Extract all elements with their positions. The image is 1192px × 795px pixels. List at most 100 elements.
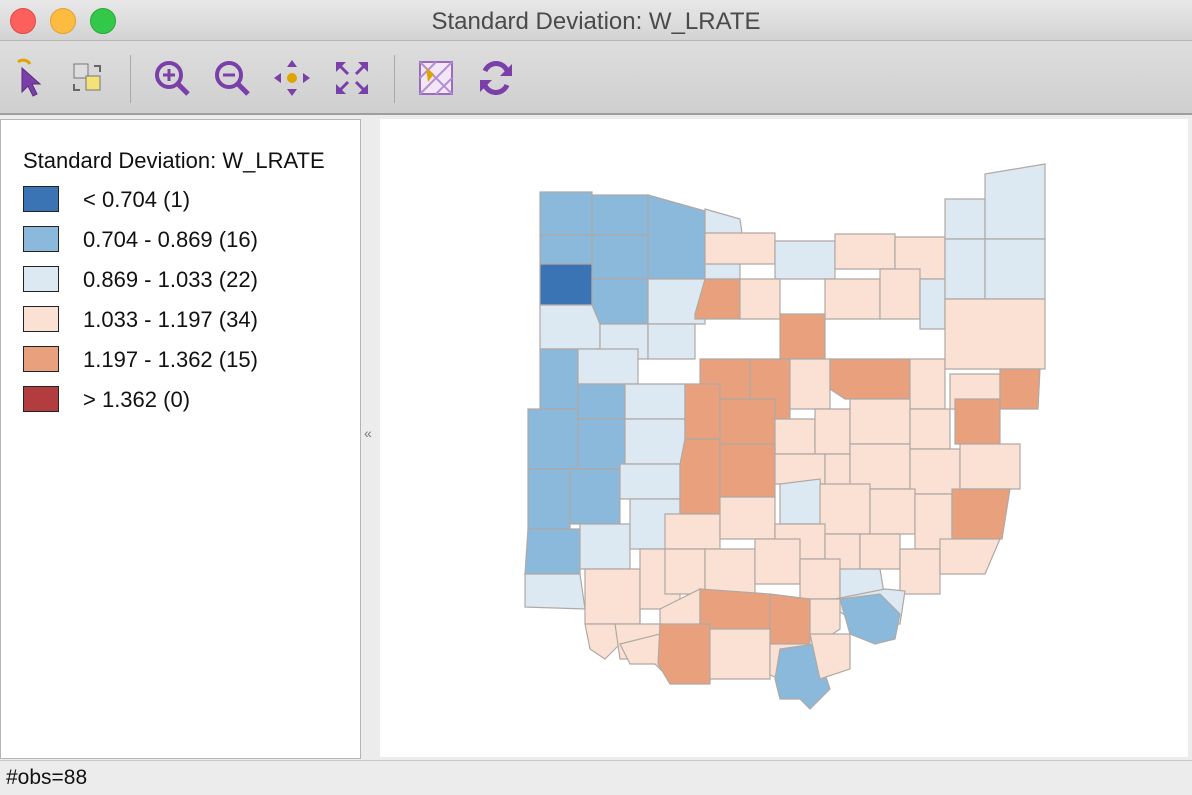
county-polygon[interactable]: [779, 313, 826, 360]
legend-swatch: [23, 386, 59, 412]
legend-label: 1.197 - 1.362 (15): [83, 347, 258, 372]
county-polygon[interactable]: [819, 483, 871, 535]
county-polygon[interactable]: [999, 368, 1041, 410]
county-polygon[interactable]: [704, 548, 756, 595]
county-polygon[interactable]: [527, 408, 579, 470]
refresh-icon: [480, 61, 512, 95]
county-polygon[interactable]: [539, 191, 593, 236]
county-polygon[interactable]: [664, 548, 706, 595]
selection-options-button[interactable]: [66, 56, 110, 100]
legend-item[interactable]: 1.197 - 1.362 (15): [23, 344, 343, 376]
county-polygon[interactable]: [909, 408, 951, 450]
county-polygon[interactable]: [647, 323, 696, 360]
county-polygon[interactable]: [524, 573, 586, 610]
county-polygon[interactable]: [939, 538, 1001, 575]
county-polygon[interactable]: [719, 398, 776, 445]
county-polygon[interactable]: [984, 238, 1046, 300]
county-polygon[interactable]: [624, 418, 686, 465]
window-title: Standard Deviation: W_LRATE: [431, 8, 761, 35]
county-polygon[interactable]: [951, 488, 1011, 540]
county-polygon[interactable]: [579, 523, 631, 570]
county-polygon[interactable]: [647, 194, 706, 280]
county-polygon[interactable]: [789, 358, 831, 410]
county-polygon[interactable]: [584, 623, 621, 660]
basemap-button[interactable]: [414, 56, 458, 100]
basemap-icon: [419, 61, 453, 95]
county-polygon[interactable]: [869, 488, 916, 535]
county-polygon[interactable]: [944, 238, 986, 300]
county-polygon[interactable]: [849, 398, 911, 445]
county-polygon[interactable]: [539, 234, 593, 265]
county-polygon[interactable]: [849, 443, 911, 490]
collapse-chevron-icon[interactable]: «: [364, 425, 372, 441]
county-polygon[interactable]: [539, 348, 579, 410]
observation-count: #obs=88: [6, 766, 88, 789]
county-polygon[interactable]: [859, 533, 901, 570]
county-polygon[interactable]: [624, 383, 686, 420]
county-polygon[interactable]: [704, 232, 776, 265]
refresh-button[interactable]: [474, 56, 518, 100]
toolbar-separator: [394, 55, 395, 103]
county-polygon[interactable]: [774, 418, 816, 455]
county-polygon[interactable]: [569, 468, 621, 525]
county-polygon[interactable]: [919, 278, 946, 330]
county-polygon[interactable]: [577, 383, 626, 420]
county-polygon[interactable]: [584, 568, 641, 625]
fit-extent-button[interactable]: [330, 56, 374, 100]
county-polygon[interactable]: [524, 528, 581, 575]
county-polygon[interactable]: [719, 496, 776, 540]
county-polygon[interactable]: [944, 298, 1046, 370]
choropleth-map[interactable]: [380, 119, 1188, 757]
county-polygon[interactable]: [739, 278, 781, 320]
county-polygon[interactable]: [954, 398, 1001, 445]
county-polygon[interactable]: [829, 358, 911, 400]
county-polygon[interactable]: [799, 558, 841, 600]
legend-item[interactable]: 0.704 - 0.869 (16): [23, 224, 343, 256]
county-polygon[interactable]: [699, 588, 771, 630]
county-polygon[interactable]: [959, 443, 1021, 490]
map-panel[interactable]: [380, 119, 1188, 757]
county-polygon[interactable]: [814, 408, 851, 455]
county-polygon[interactable]: [539, 263, 593, 306]
county-polygon[interactable]: [591, 234, 649, 280]
county-polygon[interactable]: [704, 208, 743, 236]
county-polygon[interactable]: [944, 198, 986, 240]
county-polygon[interactable]: [591, 278, 649, 325]
county-polygon[interactable]: [834, 233, 896, 270]
county-polygon[interactable]: [879, 268, 921, 320]
legend-item[interactable]: 1.033 - 1.197 (34): [23, 304, 343, 336]
legend-swatch: [23, 306, 59, 332]
panel-splitter[interactable]: «: [362, 119, 378, 757]
pan-button[interactable]: [270, 56, 314, 100]
county-polygon[interactable]: [619, 463, 681, 500]
county-polygon[interactable]: [709, 628, 771, 680]
county-polygon[interactable]: [824, 278, 881, 320]
county-polygon[interactable]: [719, 443, 776, 498]
county-polygon[interactable]: [809, 598, 841, 640]
legend-item[interactable]: < 0.704 (1): [23, 184, 343, 216]
county-polygon[interactable]: [769, 593, 811, 645]
county-polygon[interactable]: [591, 194, 649, 236]
legend-item[interactable]: > 1.362 (0): [23, 384, 343, 416]
county-polygon[interactable]: [664, 513, 721, 550]
county-polygon[interactable]: [684, 383, 721, 440]
county-polygon[interactable]: [657, 623, 711, 685]
county-polygon[interactable]: [984, 163, 1046, 240]
county-polygon[interactable]: [577, 348, 639, 385]
select-tool-button[interactable]: [8, 56, 52, 100]
county-polygon[interactable]: [577, 418, 626, 470]
legend-label: 1.033 - 1.197 (34): [83, 307, 258, 332]
county-polygon[interactable]: [527, 468, 571, 530]
county-polygon[interactable]: [909, 358, 946, 410]
county-polygon[interactable]: [679, 438, 721, 515]
pan-arrows-icon: [274, 60, 310, 96]
county-polygon[interactable]: [774, 240, 836, 280]
county-polygon[interactable]: [779, 478, 826, 525]
county-polygon[interactable]: [909, 448, 961, 495]
county-polygon[interactable]: [899, 548, 941, 595]
county-polygon[interactable]: [754, 538, 801, 585]
zoom-out-button[interactable]: [210, 56, 254, 100]
county-polygon[interactable]: [539, 304, 601, 350]
zoom-in-button[interactable]: [150, 56, 194, 100]
legend-item[interactable]: 0.869 - 1.033 (22): [23, 264, 343, 296]
